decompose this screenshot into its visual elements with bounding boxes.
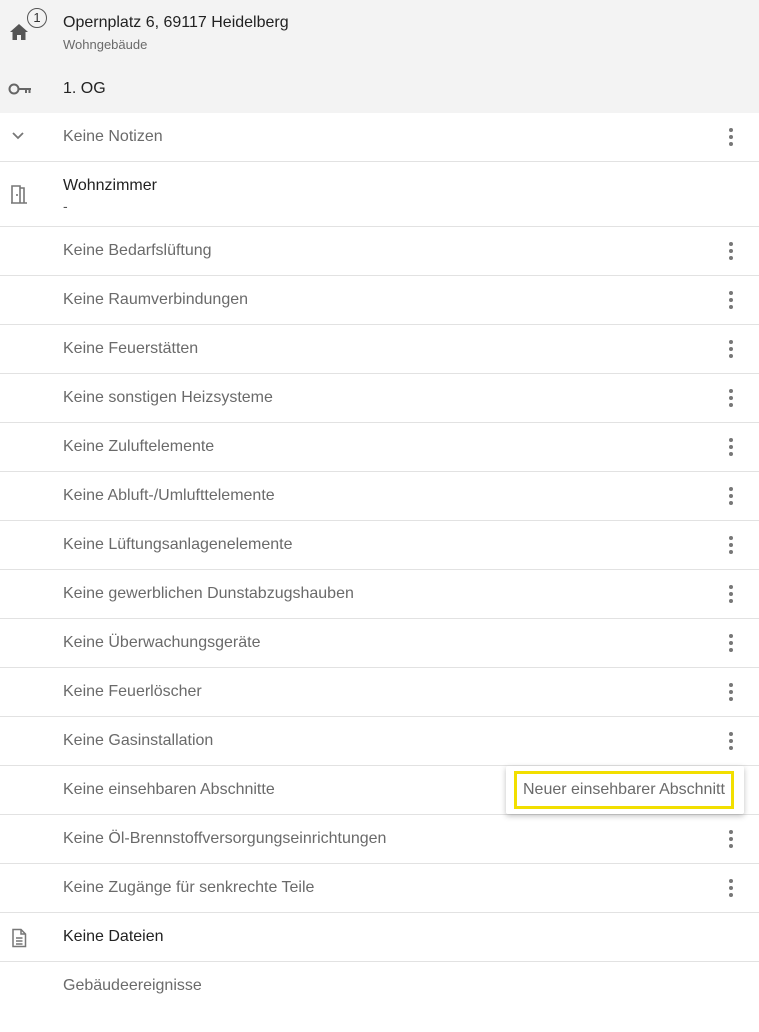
section-label: Keine Feuerstätten	[63, 340, 199, 357]
section-label: Keine Raumverbindungen	[63, 291, 249, 308]
section-label: Keine gewerblichen Dunstabzugshauben	[63, 585, 354, 602]
section-label: Keine Zugänge für senkrechte Teile	[63, 879, 315, 896]
more-vertical-icon[interactable]	[722, 582, 740, 606]
home-icon	[10, 24, 28, 40]
section-label: Keine Lüftungsanlagenelemente	[63, 536, 293, 553]
notification-count-badge: 1	[27, 8, 47, 28]
section-row[interactable]: Keine Zuluftelemente	[0, 423, 759, 472]
section-label: Keine Überwachungsgeräte	[63, 634, 261, 651]
building-header: 1 Opernplatz 6, 69117 Heidelberg Wohngeb…	[0, 0, 759, 113]
section-row[interactable]: Keine Überwachungsgeräte	[0, 619, 759, 668]
section-label: Keine Zuluftelemente	[63, 438, 215, 455]
section-label: Keine einsehbaren Abschnitte	[63, 781, 275, 798]
section-row[interactable]: Keine Feuerstätten	[0, 325, 759, 374]
more-vertical-icon[interactable]	[722, 876, 740, 900]
more-vertical-icon[interactable]	[722, 125, 740, 149]
section-row[interactable]: Keine Raumverbindungen	[0, 276, 759, 325]
door-icon	[11, 185, 27, 204]
section-row[interactable]: Keine Lüftungsanlagenelemente	[0, 521, 759, 570]
section-label: Keine Gasinstallation	[63, 732, 214, 749]
notes-row[interactable]: Keine Notizen	[0, 113, 759, 162]
section-label: Keine Öl-Brennstoffversorgungseinrichtun…	[63, 830, 387, 847]
key-icon	[8, 83, 31, 95]
room-row[interactable]: Wohnzimmer -	[0, 162, 759, 227]
section-label: Keine Abluft-/Umlufttelemente	[63, 487, 275, 504]
building-address-row[interactable]: 1 Opernplatz 6, 69117 Heidelberg Wohngeb…	[0, 0, 759, 64]
more-vertical-icon[interactable]	[722, 533, 740, 557]
more-vertical-icon[interactable]	[722, 680, 740, 704]
building-type: Wohngebäude	[63, 37, 148, 52]
more-vertical-icon[interactable]	[722, 239, 740, 263]
notes-label: Keine Notizen	[63, 128, 163, 145]
more-vertical-icon[interactable]	[722, 337, 740, 361]
section-row[interactable]: Keine gewerblichen Dunstabzugshauben	[0, 570, 759, 619]
section-row[interactable]: Keine Öl-Brennstoffversorgungseinrichtun…	[0, 815, 759, 864]
floor-label: 1. OG	[63, 80, 106, 97]
file-icon	[12, 928, 27, 948]
more-vertical-icon[interactable]	[722, 827, 740, 851]
events-row[interactable]: Gebäudeereignisse	[0, 962, 759, 1010]
new-visible-section-menu-item[interactable]: Neuer einsehbarer Abschnitt	[514, 771, 734, 809]
room-title: Wohnzimmer	[63, 177, 157, 194]
more-vertical-icon[interactable]	[722, 435, 740, 459]
section-row[interactable]: Keine Bedarfslüftung	[0, 227, 759, 276]
section-label: Keine sonstigen Heizsysteme	[63, 389, 273, 406]
more-vertical-icon[interactable]	[722, 729, 740, 753]
section-row[interactable]: Keine Gasinstallation	[0, 717, 759, 766]
files-label: Keine Dateien	[63, 928, 164, 945]
more-vertical-icon[interactable]	[722, 386, 740, 410]
floor-row[interactable]: 1. OG	[0, 64, 759, 113]
room-subtitle: -	[63, 198, 68, 214]
section-row[interactable]: Keine sonstigen Heizsysteme	[0, 374, 759, 423]
section-row[interactable]: Keine Zugänge für senkrechte Teile	[0, 864, 759, 913]
files-row[interactable]: Keine Dateien	[0, 913, 759, 962]
building-address: Opernplatz 6, 69117 Heidelberg	[63, 14, 289, 31]
section-row[interactable]: Keine Abluft-/Umlufttelemente	[0, 472, 759, 521]
more-vertical-icon[interactable]	[722, 484, 740, 508]
more-vertical-icon[interactable]	[722, 288, 740, 312]
context-menu: Neuer einsehbarer Abschnitt	[506, 766, 744, 814]
more-vertical-icon[interactable]	[722, 631, 740, 655]
events-label: Gebäudeereignisse	[63, 977, 202, 994]
section-label: Keine Bedarfslüftung	[63, 242, 212, 259]
section-label: Keine Feuerlöscher	[63, 683, 202, 700]
chevron-down-icon[interactable]	[11, 131, 25, 141]
section-row[interactable]: Keine Feuerlöscher	[0, 668, 759, 717]
